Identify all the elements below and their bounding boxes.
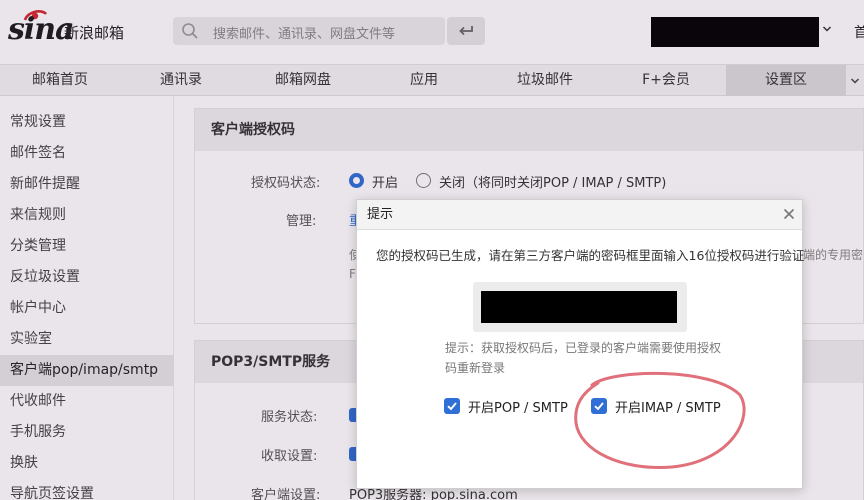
pop-smtp-label[interactable]: 开启POP / SMTP [468,397,568,416]
dialog-message: 您的授权码已生成，请在第三方客户端的密码框里面输入16位授权码进行验证 [376,248,805,263]
annotation-circle [574,371,746,470]
page: sina 新浪邮箱 搜索邮件、通讯录、网盘文件等 首 邮箱首页 通讯录 邮箱网盘… [0,0,864,500]
close-icon[interactable] [782,207,796,221]
check-icon [447,402,457,411]
dialog-title: 提示 [357,200,802,230]
pop-smtp-checkbox[interactable] [444,398,460,414]
pop-smtp-option[interactable]: 开启POP / SMTP [444,397,568,416]
auth-code-redacted [481,291,677,323]
auth-code-box [473,282,687,332]
